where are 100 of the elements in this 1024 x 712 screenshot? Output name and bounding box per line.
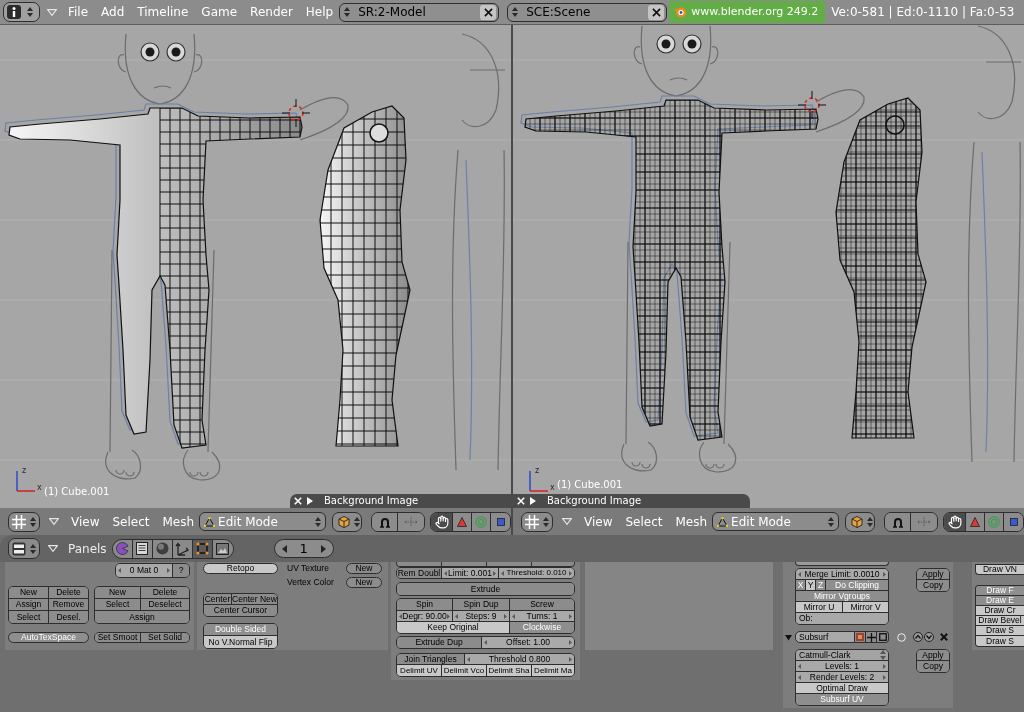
tab[interactable] [132,539,153,558]
button[interactable]: Deselect [141,599,189,610]
caret-icon[interactable] [48,545,58,552]
icon-button[interactable] [855,632,866,642]
snap-button[interactable] [398,512,425,531]
menu-item[interactable]: File [68,6,89,18]
toggle-button[interactable]: Draw S [976,626,1024,635]
toggle-button[interactable]: AutoTexSpace [8,632,89,643]
toggle-button[interactable]: Draw S [976,636,1024,646]
button[interactable]: Spin Dup [453,599,510,610]
button[interactable]: Join Triangles [397,654,465,664]
selector-field[interactable]: SR:2-Model [339,2,500,22]
toggle-button[interactable]: Mirror V [843,602,888,612]
button[interactable]: Spin [397,599,453,610]
tool-button[interactable] [431,512,454,531]
button[interactable]: Select [9,611,49,623]
button[interactable]: Remove [49,599,88,610]
toggle-button[interactable]: Draw VN [975,564,1024,575]
caret-icon[interactable] [49,518,59,525]
button[interactable]: Delete [141,587,189,598]
button[interactable]: New [346,563,382,574]
toggle-button[interactable]: Draw E [976,596,1024,605]
button[interactable]: Screw [510,599,574,610]
tab[interactable] [212,539,233,558]
menu-item[interactable]: View [584,515,613,528]
button[interactable]: Apply [917,569,949,579]
window-type-button[interactable] [8,538,40,559]
toggle-button[interactable]: Clockwise [510,622,574,633]
viewport[interactable]: z x (1) Cube.001 Background Image [0,25,511,508]
window-type-button[interactable] [3,2,40,22]
delete-button[interactable] [939,632,948,642]
toggle-button[interactable]: Delimit UV [397,665,442,676]
toggle-button[interactable]: Draw Bevel [976,616,1024,625]
down-arrow-icon[interactable] [924,632,934,642]
pivot-button[interactable] [845,511,876,532]
button[interactable]: Center Cursor [204,605,277,616]
button[interactable]: Extrude [397,583,574,595]
toggle-button[interactable]: No V.Normal Flip [204,636,277,648]
menu-item[interactable]: Help [305,6,334,18]
menu-item[interactable]: Render [250,6,293,18]
toggle-button[interactable]: Keep Original [397,622,510,633]
disclosure-triangle-icon[interactable] [307,497,313,505]
number-field[interactable]: Steps: 9 [453,611,510,621]
number-field[interactable]: Render Levels: 2 [796,672,888,682]
button[interactable]: Assign [95,611,189,623]
button[interactable]: New [9,587,49,598]
menu-item[interactable]: Mesh [675,515,708,528]
icon-button[interactable] [877,632,888,642]
button[interactable]: New [95,587,141,598]
number-field[interactable]: Degr: 90.00 [397,611,453,621]
button[interactable]: Assign [9,599,49,610]
button[interactable]: Center [204,594,232,604]
button[interactable] [397,562,442,566]
toggle-button[interactable]: Delimit Ma [532,665,574,676]
button[interactable]: Copy [917,661,949,672]
panel-header[interactable]: Background Image [290,494,511,508]
number-field[interactable]: Turns: 1 [510,611,574,621]
mode-dropdown[interactable]: Edit Mode [712,512,840,531]
button[interactable]: Copy [917,580,949,591]
menu-item[interactable]: Game [201,6,238,18]
button[interactable]: ? [173,564,189,577]
caret-icon[interactable] [562,518,572,525]
button[interactable]: Center New [232,594,277,604]
button[interactable]: Apply [917,650,949,660]
toggle-button[interactable]: Delimit Vco [442,665,487,676]
up-arrow-icon[interactable] [913,632,923,642]
menu-item[interactable]: Mesh [162,515,195,528]
disclosure-triangle-icon[interactable] [530,497,536,505]
toggle-button[interactable]: Mirror Vgroups [796,591,888,601]
menu-item[interactable]: Timeline [137,6,189,18]
number-field[interactable]: Merge Limit: 0.0010 [796,569,888,579]
button[interactable]: Set Solid [141,633,189,642]
toggle-button[interactable]: Draw F [976,586,1024,595]
circle-icon[interactable] [897,632,906,642]
name-field[interactable] [795,562,889,566]
disclosure-triangle-icon[interactable] [785,633,792,641]
pivot-button[interactable] [332,511,363,532]
name-field[interactable]: Subsurf [795,631,855,643]
tab[interactable] [192,539,213,558]
toggle-button[interactable]: Draw Cr [976,606,1024,615]
toggle-button[interactable]: Subsurf UV [796,694,888,705]
number-field[interactable]: Levels: 1 [796,661,888,671]
proportional-edit-button[interactable] [885,512,912,531]
viewport[interactable]: z x (1) Cube.001 Background Image [513,25,1024,508]
number-field[interactable]: Threshold 0.800 [465,654,574,664]
menu-item[interactable]: View [71,515,100,528]
button[interactable]: Select [95,599,141,610]
view-type-button[interactable] [521,511,553,532]
toggle-button[interactable]: Mirror U [796,602,843,612]
button[interactable]: Desel. [49,611,88,623]
tab[interactable] [172,539,193,558]
toggle-button[interactable]: Double Sided [204,624,277,635]
delete-button[interactable] [480,4,497,20]
toggle-button[interactable]: Do Clipping [826,580,888,590]
toggle-button[interactable]: Delimit Sha [487,665,532,676]
number-field[interactable]: 0 Mat 0 [116,564,173,577]
dropdown[interactable]: Catmull-Clark [796,650,888,660]
toggle-button[interactable]: Retopo [203,563,278,574]
text-field[interactable]: Ob: [796,613,888,624]
tool-button[interactable] [944,512,967,531]
